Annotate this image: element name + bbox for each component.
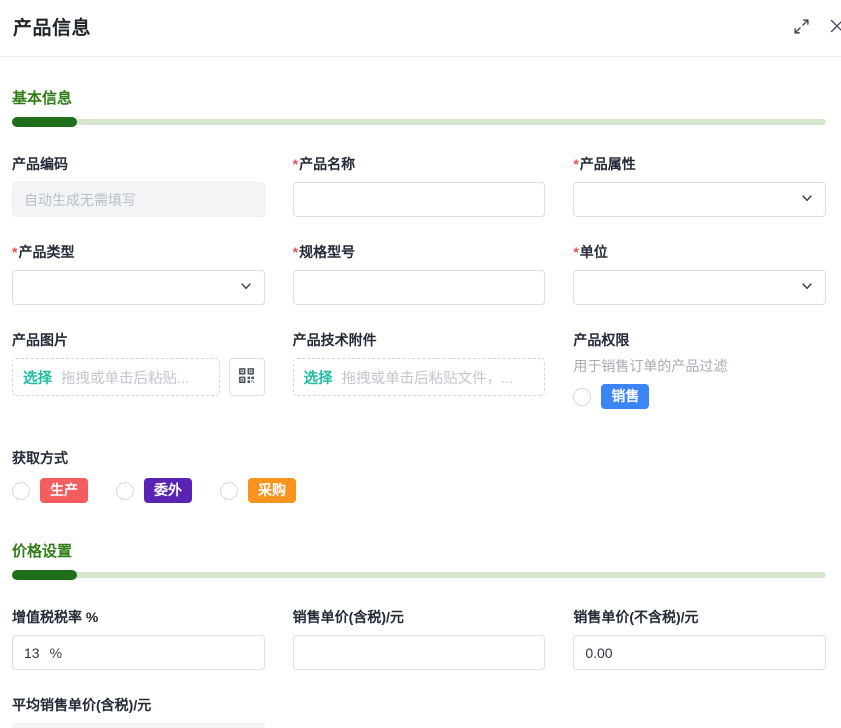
product-name-label: 产品名称 xyxy=(299,156,356,172)
upload-placeholder: 拖拽或单击后粘贴文件，... xyxy=(341,370,514,387)
section-progress-price xyxy=(12,570,826,580)
required-asterisk: * xyxy=(12,244,18,260)
vat-rate-value: 13 xyxy=(24,644,40,661)
field-vat-rate: 增值税税率 % 13 % xyxy=(12,608,265,670)
acquire-option-produce: 生产 xyxy=(12,478,88,503)
acquire-method-label: 获取方式 xyxy=(12,450,68,466)
upload-choose-button[interactable]: 选择 xyxy=(23,367,52,388)
product-type-label: 产品类型 xyxy=(18,244,75,260)
section-progress-basic xyxy=(12,117,826,127)
progress-pill xyxy=(12,570,77,580)
sale-price-tax-label: 销售单价(含税)/元 xyxy=(292,609,404,625)
section-title-basic: 基本信息 xyxy=(12,90,73,107)
product-image-label: 产品图片 xyxy=(12,332,68,348)
purchase-tag[interactable]: 采购 xyxy=(248,478,296,503)
progress-track xyxy=(12,119,826,125)
unit-select[interactable] xyxy=(573,270,826,305)
qr-code-icon xyxy=(238,367,255,387)
field-product-permission: 产品权限 用于销售订单的产品过滤 销售 xyxy=(573,331,826,409)
header-icons xyxy=(790,15,841,37)
product-permission-label: 产品权限 xyxy=(573,332,630,348)
unit-label: 单位 xyxy=(579,244,608,260)
chevron-down-icon xyxy=(239,279,253,296)
product-attr-label: 产品属性 xyxy=(579,156,636,172)
upload-choose-button[interactable]: 选择 xyxy=(304,367,333,388)
field-product-image: 产品图片 选择 拖拽或单击后粘贴... xyxy=(12,331,265,409)
product-code-label: 产品编码 xyxy=(12,156,68,172)
form-row-3: 产品图片 选择 拖拽或单击后粘贴... 产品技术附件 选择 拖拽或单击后粘贴文件… xyxy=(12,331,826,409)
chevron-down-icon xyxy=(800,191,814,208)
required-asterisk: * xyxy=(292,156,299,172)
form-row-4: 增值税税率 % 13 % 销售单价(含税)/元 销售单价(不含税)/元 xyxy=(12,608,826,670)
product-code-input xyxy=(12,182,265,217)
form-row-2: *产品类型 *规格型号 *单位 xyxy=(12,243,826,305)
sale-price-tax-input[interactable] xyxy=(292,635,546,670)
tech-attachment-label: 产品技术附件 xyxy=(292,332,377,348)
field-unit: *单位 xyxy=(573,243,826,305)
outsource-radio[interactable] xyxy=(116,481,134,500)
progress-track xyxy=(12,572,826,578)
field-acquire-method: 获取方式 生产 委外 采购 xyxy=(12,449,826,503)
permission-sale-radio[interactable] xyxy=(573,387,592,406)
produce-tag[interactable]: 生产 xyxy=(40,478,88,503)
product-image-upload[interactable]: 选择 拖拽或单击后粘贴... xyxy=(12,358,220,396)
form-row-5: 平均销售单价(含税)/元 xyxy=(12,696,826,728)
dialog-header: 产品信息 xyxy=(0,0,841,57)
expand-icon[interactable] xyxy=(790,15,812,37)
vat-rate-suffix: % xyxy=(49,644,63,661)
acquire-option-outsource: 委外 xyxy=(116,478,192,503)
produce-radio[interactable] xyxy=(12,481,30,500)
sale-tag[interactable]: 销售 xyxy=(601,384,650,409)
field-sale-price-tax: 销售单价(含税)/元 xyxy=(292,608,546,670)
outsource-tag[interactable]: 委外 xyxy=(144,478,192,503)
vat-rate-input[interactable]: 13 % xyxy=(12,635,265,670)
upload-placeholder: 拖拽或单击后粘贴... xyxy=(61,370,190,387)
field-product-name: *产品名称 xyxy=(292,155,546,217)
field-product-code: 产品编码 xyxy=(12,155,265,217)
required-asterisk: * xyxy=(573,244,579,260)
product-attr-select[interactable] xyxy=(573,182,826,217)
required-asterisk: * xyxy=(573,156,579,172)
chevron-down-icon xyxy=(800,279,814,296)
tech-attachment-upload[interactable]: 选择 拖拽或单击后粘贴文件，... xyxy=(292,358,546,396)
qr-scan-button[interactable] xyxy=(228,358,265,396)
product-info-dialog: 产品信息 基本信息 产品编码 自动生成无需填写 *产品名称 *产品属性 *产品类… xyxy=(0,0,841,728)
avg-sale-price-input xyxy=(12,723,265,728)
sale-price-no-tax-label: 销售单价(不含税)/元 xyxy=(573,609,699,625)
field-product-attr: *产品属性 xyxy=(573,155,826,217)
sale-price-no-tax-input[interactable] xyxy=(573,635,826,670)
purchase-radio[interactable] xyxy=(220,481,238,500)
product-name-input[interactable] xyxy=(292,182,546,217)
field-product-type: *产品类型 xyxy=(12,243,265,305)
field-avg-sale-price: 平均销售单价(含税)/元 xyxy=(12,696,265,728)
progress-pill xyxy=(12,117,77,127)
acquire-option-purchase: 采购 xyxy=(220,478,296,503)
field-tech-attachment: 产品技术附件 选择 拖拽或单击后粘贴文件，... xyxy=(292,331,546,409)
close-icon[interactable] xyxy=(826,15,841,37)
product-type-select[interactable] xyxy=(12,270,265,305)
avg-sale-price-label: 平均销售单价(含税)/元 xyxy=(12,697,152,713)
product-permission-hint: 用于销售订单的产品过滤 xyxy=(573,358,728,374)
dialog-body: 基本信息 产品编码 *产品名称 *产品属性 xyxy=(0,57,841,728)
spec-model-input[interactable] xyxy=(292,270,546,305)
field-spec-model: *规格型号 xyxy=(292,243,546,305)
form-row-1: 产品编码 *产品名称 *产品属性 xyxy=(12,155,826,217)
vat-rate-label: 增值税税率 % xyxy=(12,609,99,625)
section-title-price: 价格设置 xyxy=(12,543,73,560)
field-sale-price-no-tax: 销售单价(不含税)/元 xyxy=(573,608,826,670)
dialog-title: 产品信息 xyxy=(13,18,92,39)
required-asterisk: * xyxy=(292,244,299,260)
spec-model-label: 规格型号 xyxy=(299,244,356,260)
